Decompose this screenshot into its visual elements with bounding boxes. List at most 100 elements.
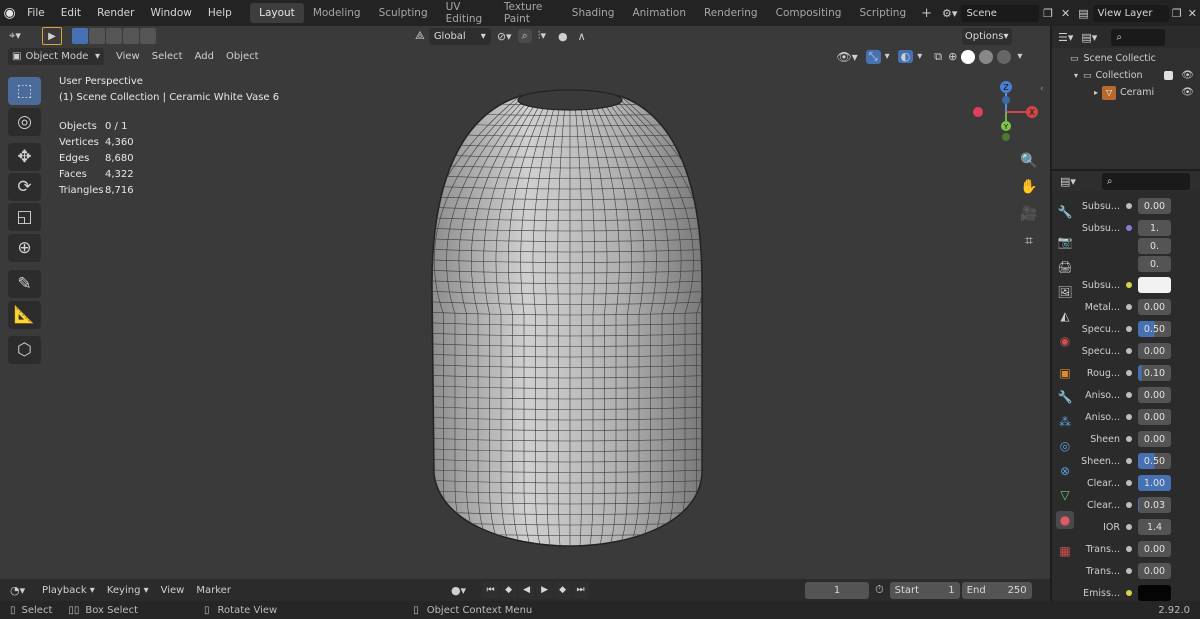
display-mode-icon[interactable]: ▤▾ bbox=[1081, 31, 1097, 44]
jump-start-icon[interactable]: ⏮ bbox=[482, 581, 500, 599]
constraints-tab-icon[interactable]: ⊗ bbox=[1056, 462, 1074, 480]
zoom-icon[interactable]: 🔍 bbox=[1016, 148, 1042, 174]
socket-dot-icon[interactable] bbox=[1126, 326, 1132, 332]
view-layer-delete-icon[interactable]: ✕ bbox=[1185, 7, 1200, 20]
socket-dot-icon[interactable] bbox=[1126, 436, 1132, 442]
add-cube-tool[interactable]: ⬡ bbox=[8, 336, 41, 364]
property-value-field[interactable]: 0.50 bbox=[1138, 453, 1171, 469]
socket-dot-icon[interactable] bbox=[1126, 203, 1132, 209]
tab-sculpting[interactable]: Sculpting bbox=[370, 3, 437, 23]
menu-edit[interactable]: Edit bbox=[53, 0, 89, 26]
overlay-dropdown-icon[interactable]: ▾ bbox=[913, 51, 926, 62]
properties-search-input[interactable]: ⌕ bbox=[1101, 172, 1190, 190]
select-box-tool[interactable]: ⬚ bbox=[8, 77, 41, 105]
menu-render[interactable]: Render bbox=[89, 0, 142, 26]
stopwatch-icon[interactable]: ⏱ bbox=[869, 583, 890, 597]
modifier-tab-icon[interactable]: 🔧 bbox=[1056, 388, 1074, 406]
object-tab-icon[interactable]: ▣ bbox=[1056, 364, 1074, 382]
property-value-field[interactable]: 1.00 bbox=[1138, 475, 1171, 491]
vector-component[interactable]: 0. bbox=[1138, 238, 1171, 254]
socket-dot-icon[interactable] bbox=[1126, 502, 1132, 508]
menu-window[interactable]: Window bbox=[142, 0, 199, 26]
3d-viewport[interactable]: ⌖▾ ▶ ⟁ Global ▾ ⊘▾ ⌕ ⫶▾ ● ∧ Options ▾ ▣ Ob… bbox=[0, 26, 1050, 579]
property-value-field[interactable]: 0.00 bbox=[1138, 343, 1171, 359]
next-keyframe-icon[interactable]: ◆ bbox=[554, 581, 572, 599]
socket-dot-icon[interactable] bbox=[1126, 568, 1132, 574]
physics-tab-icon[interactable]: ◎ bbox=[1056, 437, 1074, 455]
menu-view[interactable]: View bbox=[110, 51, 146, 62]
vector-component[interactable]: 1. bbox=[1138, 220, 1171, 236]
tab-scripting[interactable]: Scripting bbox=[850, 3, 915, 23]
annotate-tool[interactable]: ✎ bbox=[8, 270, 41, 298]
falloff-icon[interactable]: ∧ bbox=[574, 30, 590, 43]
data-tab-icon[interactable]: ▽ bbox=[1056, 486, 1074, 504]
outliner-item-scene-collection[interactable]: ▭ Scene Collectic bbox=[1052, 50, 1200, 67]
property-value-field[interactable]: 1.4 bbox=[1138, 519, 1171, 535]
scene-copy-icon[interactable]: ❐ bbox=[1039, 7, 1057, 20]
menu-object[interactable]: Object bbox=[220, 51, 265, 62]
outliner-search-input[interactable]: ⌕ bbox=[1111, 28, 1166, 46]
property-value-field[interactable]: 0.00 bbox=[1138, 299, 1171, 315]
pivot-icon[interactable]: ⊘▾ bbox=[491, 30, 518, 43]
snap-icon[interactable]: ⌕ bbox=[517, 29, 532, 43]
socket-dot-icon[interactable] bbox=[1126, 282, 1132, 288]
xray-icon[interactable]: ⧉ bbox=[930, 50, 946, 64]
menu-marker[interactable]: Marker bbox=[190, 585, 237, 596]
cursor-tool[interactable]: ◎ bbox=[8, 108, 41, 136]
tab-animation[interactable]: Animation bbox=[623, 3, 695, 23]
property-value-field[interactable]: 0.50 bbox=[1138, 321, 1171, 337]
outliner-item-object[interactable]: ▸ ▽ Cerami 👁 bbox=[1052, 84, 1200, 101]
proportional-edit-icon[interactable]: ● bbox=[552, 30, 574, 43]
sidebar-toggle-icon[interactable]: ‹ bbox=[1040, 84, 1044, 94]
measure-tool[interactable]: 📐 bbox=[8, 301, 41, 329]
object-mode-dropdown[interactable]: ▣ Object Mode ▾ bbox=[8, 48, 104, 65]
checkbox-icon[interactable] bbox=[1164, 71, 1174, 80]
mode-subtract-icon[interactable] bbox=[106, 28, 122, 44]
tab-modeling[interactable]: Modeling bbox=[304, 3, 370, 23]
particles-tab-icon[interactable]: ⁂ bbox=[1056, 413, 1074, 431]
solid-shading-icon[interactable] bbox=[961, 49, 976, 64]
vase-mesh[interactable] bbox=[420, 84, 720, 554]
socket-dot-icon[interactable] bbox=[1126, 348, 1132, 354]
socket-dot-icon[interactable] bbox=[1126, 392, 1132, 398]
visibility-icon[interactable]: 👁▾ bbox=[833, 50, 862, 64]
properties-editor-icon[interactable]: ▤▾ bbox=[1060, 175, 1076, 188]
timeline-editor-icon[interactable]: ◔▾ bbox=[10, 584, 36, 597]
add-workspace-icon[interactable]: + bbox=[915, 6, 938, 21]
color-swatch[interactable] bbox=[1138, 585, 1171, 601]
rotate-tool[interactable]: ⟳ bbox=[8, 173, 41, 201]
camera-view-icon[interactable]: 🎥 bbox=[1016, 201, 1042, 227]
socket-dot-icon[interactable] bbox=[1126, 225, 1132, 231]
menu-add[interactable]: Add bbox=[189, 51, 220, 62]
tab-texture-paint[interactable]: Texture Paint bbox=[495, 1, 563, 25]
start-frame-field[interactable]: Start 1 bbox=[889, 581, 960, 599]
view-layer-copy-icon[interactable]: ❐ bbox=[1169, 7, 1185, 20]
tab-compositing[interactable]: Compositing bbox=[767, 3, 851, 23]
menu-playback[interactable]: Playback ▾ bbox=[36, 585, 101, 596]
outliner-item-collection[interactable]: ▾ ▭ Collection 👁 bbox=[1052, 67, 1200, 84]
menu-select[interactable]: Select bbox=[146, 51, 189, 62]
current-frame-field[interactable]: 1 bbox=[805, 581, 870, 599]
tool-tab-icon[interactable]: 🔧 bbox=[1056, 203, 1074, 221]
socket-dot-icon[interactable] bbox=[1126, 304, 1132, 310]
material-tab-icon[interactable]: ● bbox=[1056, 511, 1074, 529]
scene-tab-icon[interactable]: ◭ bbox=[1056, 307, 1074, 325]
property-value-field[interactable]: 0.00 bbox=[1138, 431, 1171, 447]
vector-component[interactable]: 0. bbox=[1138, 256, 1171, 272]
view-layer-icon[interactable]: ▤ bbox=[1074, 7, 1092, 20]
auto-keying-icon[interactable]: ●▾ bbox=[447, 584, 470, 597]
play-icon[interactable]: ▶ bbox=[536, 581, 554, 599]
blender-logo-icon[interactable]: ◉ bbox=[0, 0, 19, 26]
selection-mode-group[interactable] bbox=[72, 28, 156, 44]
end-frame-field[interactable]: End 250 bbox=[961, 581, 1032, 599]
gizmo-toggle-icon[interactable]: ⤡ bbox=[865, 49, 881, 64]
expand-icon[interactable]: ▾ bbox=[1074, 71, 1078, 80]
options-button[interactable]: Options ▾ bbox=[961, 27, 1012, 45]
pan-hand-icon[interactable]: ✋ bbox=[1016, 174, 1042, 200]
material-shading-icon[interactable] bbox=[979, 49, 994, 64]
mode-invert-icon[interactable] bbox=[123, 28, 139, 44]
menu-timeline-view[interactable]: View bbox=[155, 585, 191, 596]
transform-tool[interactable]: ⊕ bbox=[8, 234, 41, 262]
prev-keyframe-icon[interactable]: ◆ bbox=[500, 581, 518, 599]
scene-field[interactable]: Scene bbox=[961, 4, 1040, 22]
